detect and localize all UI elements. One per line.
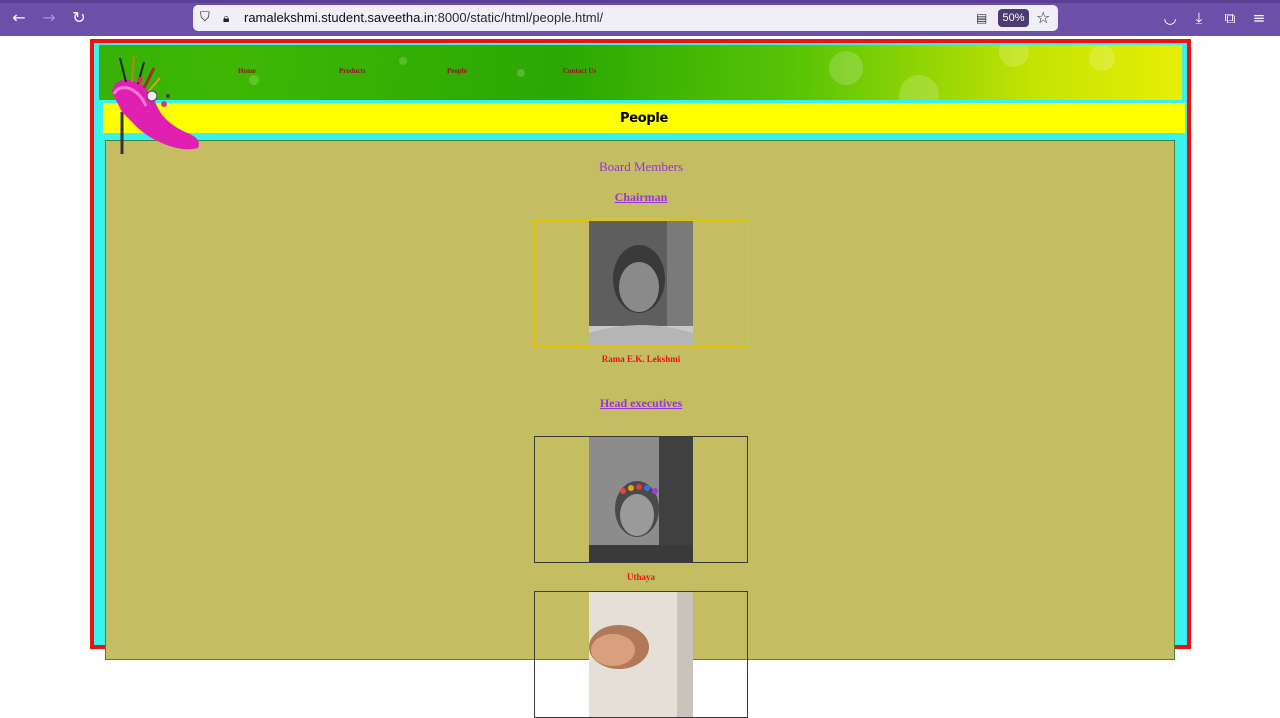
executive-photo: [589, 592, 693, 717]
url-host: ramalekshmi.student.saveetha.in: [244, 10, 435, 25]
menu-icon[interactable]: ≡: [1249, 8, 1269, 28]
chairman-photo: [589, 221, 693, 346]
main-content: Board Members Chairman Rama E.K. Lekshmi…: [105, 140, 1176, 718]
portrait-photo: [589, 221, 693, 346]
banner-bokeh: [1089, 45, 1115, 71]
chairman-name: Rama E.K. Lekshmi: [601, 354, 681, 364]
nav-link-home[interactable]: Home: [238, 67, 256, 75]
zoom-level-badge[interactable]: 50%: [998, 9, 1029, 27]
forward-icon[interactable]: →: [38, 8, 60, 28]
url-text[interactable]: ramalekshmi.student.saveetha.in:8000/sta…: [244, 10, 603, 26]
reader-view-icon[interactable]: ▤: [976, 10, 990, 26]
shoe-logo: [112, 55, 199, 154]
url-path: :8000/static/html/people.html/: [434, 10, 604, 25]
nav-link-contact-us[interactable]: Contact Us: [563, 67, 596, 75]
pocket-icon[interactable]: ◡: [1160, 8, 1180, 28]
board-members-heading: Board Members: [598, 159, 684, 174]
head-executives-heading[interactable]: Head executives: [106, 396, 1176, 411]
executive-photo: [589, 437, 693, 562]
banner-bokeh: [399, 57, 407, 65]
executive-photo-frame: [534, 591, 748, 718]
reload-icon[interactable]: ↻: [68, 8, 90, 28]
banner-bokeh: [899, 75, 939, 100]
extensions-icon[interactable]: ⧉: [1220, 8, 1240, 28]
page-frame: Home Products People Contact Us People B…: [90, 39, 1191, 718]
shield-icon[interactable]: ⛉: [200, 10, 214, 26]
nav-link-people[interactable]: People: [447, 67, 467, 75]
nav-link-products[interactable]: Products: [339, 67, 366, 75]
address-bar[interactable]: ⛉ 🔒︎ ramalekshmi.student.saveetha.in:800…: [193, 5, 1058, 31]
banner-bokeh: [517, 69, 525, 77]
browser-toolbar: ← → ↻ ⛉ 🔒︎ ramalekshmi.student.saveetha.…: [0, 0, 1280, 36]
back-icon[interactable]: ←: [8, 8, 30, 28]
chairman-heading[interactable]: Chairman: [106, 190, 1176, 205]
chairman-photo-frame: [534, 220, 748, 347]
title-bar: People: [103, 103, 1185, 133]
header-banner: Home Products People Contact Us: [99, 45, 1182, 100]
executive-name: Uthaya: [626, 572, 655, 582]
lock-icon[interactable]: 🔒︎: [223, 10, 235, 26]
portrait-photo: [589, 592, 693, 717]
bookmark-star-icon[interactable]: ☆: [1036, 8, 1054, 28]
page-title: People: [619, 111, 669, 126]
banner-bokeh: [999, 45, 1029, 67]
browser-top-edge: [0, 0, 1280, 3]
portrait-photo: [589, 437, 693, 562]
download-icon[interactable]: ⤓: [1189, 8, 1209, 28]
banner-bokeh: [829, 51, 863, 85]
executive-photo-frame: [534, 436, 748, 563]
banner-bokeh: [249, 75, 259, 85]
